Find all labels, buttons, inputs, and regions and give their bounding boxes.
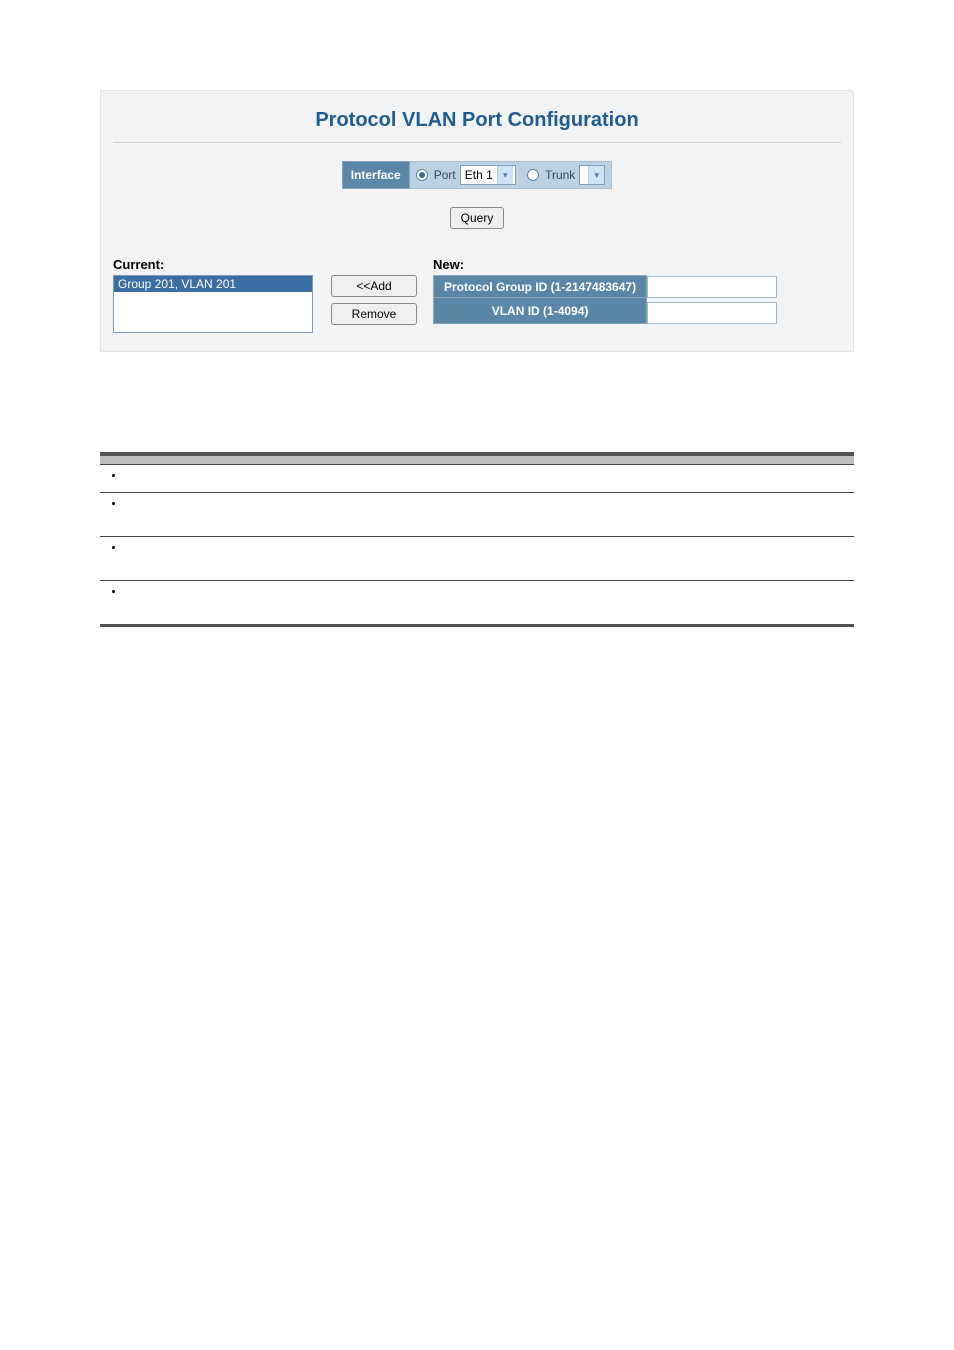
- interface-label: Interface: [342, 161, 410, 189]
- trunk-select[interactable]: ▾: [579, 165, 605, 185]
- table-row: .: [100, 465, 854, 493]
- bullet-icon: .: [124, 469, 411, 480]
- new-column: New: Protocol Group ID (1-2147483647) VL…: [433, 257, 841, 324]
- list-item[interactable]: Group 201, VLAN 201: [114, 276, 312, 292]
- current-column: Current: Group 201, VLAN 201: [113, 257, 313, 333]
- chevron-down-icon: ▾: [588, 166, 604, 184]
- middle-buttons: <<Add Remove: [331, 257, 427, 325]
- port-select[interactable]: Eth 1 ▾: [460, 165, 516, 185]
- cli-col-2: [417, 454, 854, 465]
- columns: Current: Group 201, VLAN 201 <<Add Remov…: [113, 257, 841, 333]
- vlan-id-input[interactable]: [647, 302, 777, 324]
- table-header-row: [100, 454, 854, 465]
- divider: [113, 142, 841, 143]
- bullet-icon: .: [124, 497, 411, 508]
- vlan-id-label: VLAN ID (1-4094): [434, 298, 647, 324]
- table-row: .: [100, 581, 854, 626]
- query-button[interactable]: Query: [450, 207, 505, 229]
- bullet-icon: .: [124, 541, 411, 552]
- new-label: New:: [433, 257, 841, 272]
- bullet-icon: .: [124, 585, 411, 596]
- page-title: Protocol VLAN Port Configuration: [113, 101, 841, 142]
- add-button[interactable]: <<Add: [331, 275, 417, 297]
- group-id-label: Protocol Group ID (1-2147483647): [434, 276, 647, 298]
- config-panel: Protocol VLAN Port Configuration Interfa…: [100, 90, 854, 352]
- remove-button[interactable]: Remove: [331, 303, 417, 325]
- port-select-value: Eth 1: [465, 168, 493, 182]
- query-row: Query: [113, 207, 841, 229]
- trunk-radio[interactable]: [527, 169, 539, 181]
- table-row: .: [100, 537, 854, 581]
- new-fields-table: Protocol Group ID (1-2147483647) VLAN ID…: [433, 275, 778, 324]
- port-radio[interactable]: [416, 169, 428, 181]
- cli-col-1: [100, 454, 417, 465]
- table-row: .: [100, 493, 854, 537]
- interface-controls: Port Eth 1 ▾ Trunk ▾: [410, 161, 613, 189]
- cli-table: . . . .: [100, 452, 854, 627]
- port-radio-label: Port: [434, 168, 456, 182]
- trunk-radio-label: Trunk: [545, 168, 575, 182]
- cli-section: . . . .: [100, 452, 854, 627]
- interface-row: Interface Port Eth 1 ▾ Trunk ▾: [113, 161, 841, 189]
- current-listbox[interactable]: Group 201, VLAN 201: [113, 275, 313, 333]
- group-id-input[interactable]: [647, 276, 777, 298]
- current-label: Current:: [113, 257, 313, 272]
- chevron-down-icon: ▾: [497, 166, 513, 184]
